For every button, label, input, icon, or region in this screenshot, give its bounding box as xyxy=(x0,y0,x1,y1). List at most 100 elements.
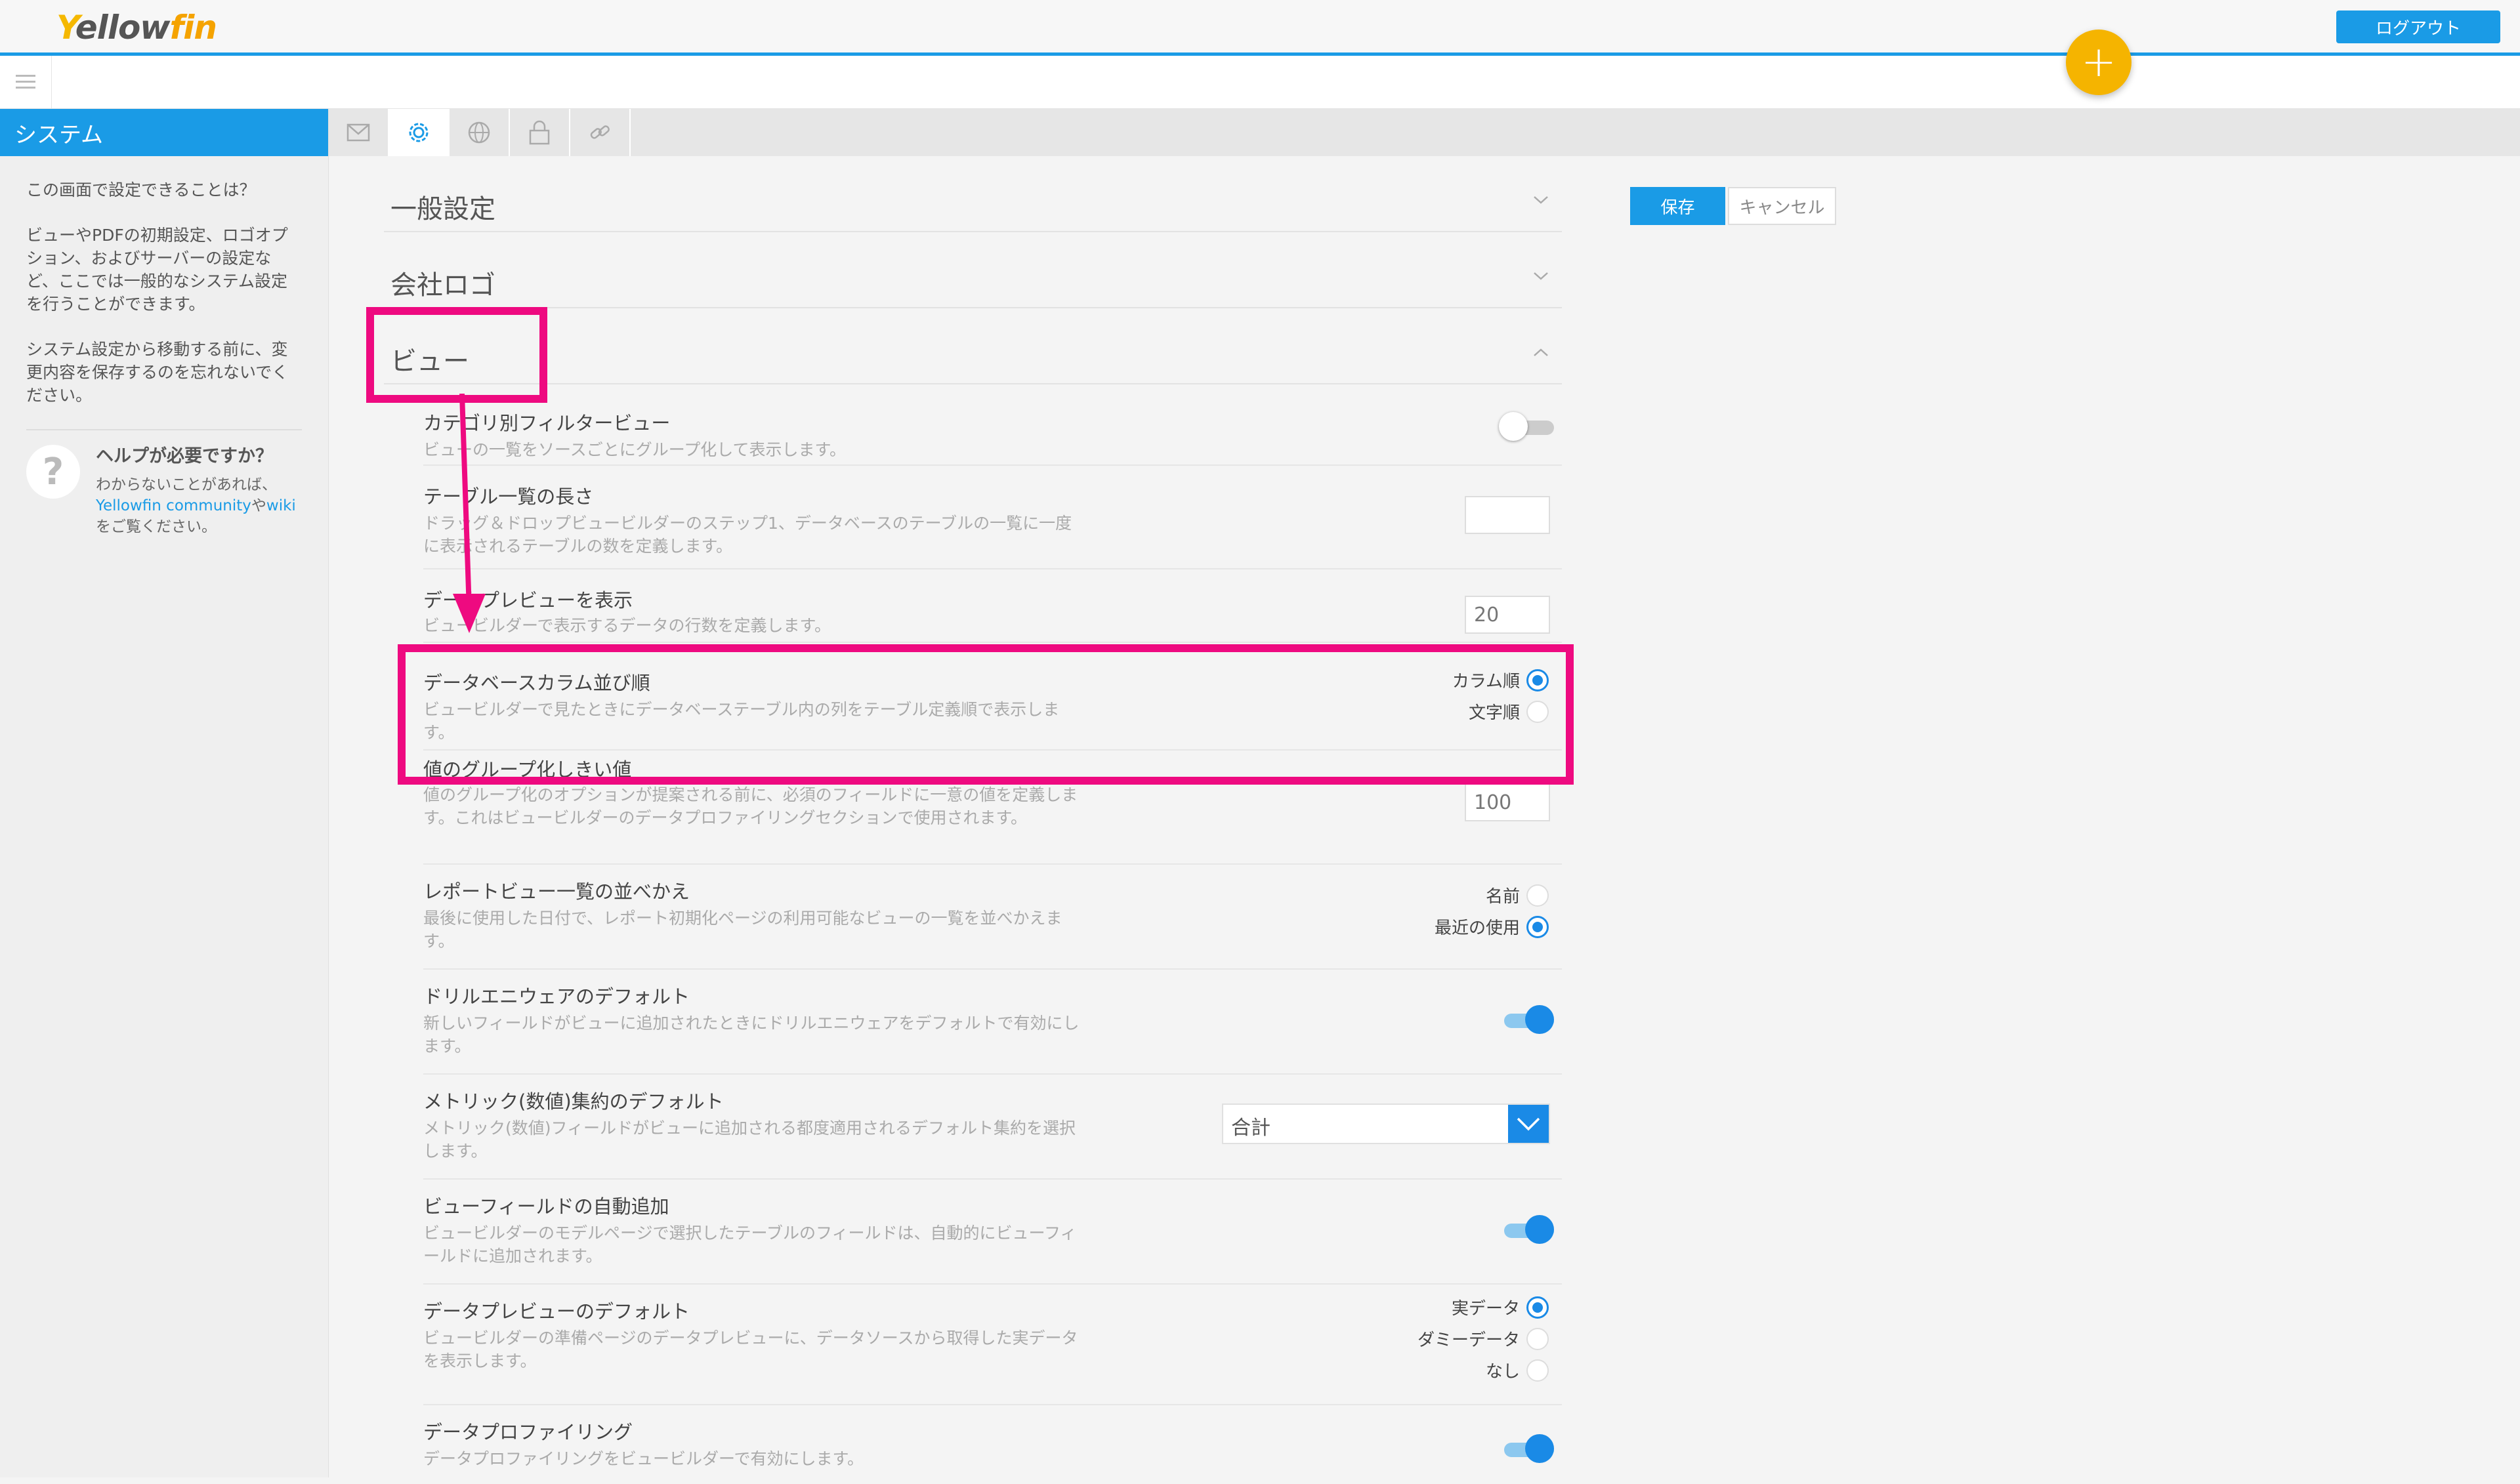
setting-description: 値のグループ化のオプションが提案される前に、必須のフィールドに一意の値を定義しま… xyxy=(423,785,1078,827)
setting-label: データプロファイリング xyxy=(423,1421,633,1443)
radio-label: カラム順 xyxy=(1452,672,1520,691)
link-icon xyxy=(590,125,610,139)
help-text-part: わからないことがあれば、 xyxy=(96,476,277,493)
tab-email[interactable] xyxy=(329,109,389,156)
lock-icon xyxy=(529,120,550,145)
radio-option-name[interactable]: 名前 xyxy=(1486,883,1549,907)
radio-button[interactable] xyxy=(1526,884,1549,907)
setting-row: データプレビューのデフォルト ビュービルダーの準備ページのデータプレビューに、デ… xyxy=(423,1285,1562,1405)
help-title: ヘルプが必要ですか？ xyxy=(96,446,273,466)
grouping-threshold-input[interactable]: 100 xyxy=(1465,783,1550,821)
setting-description: 新しいフィールドがビューに追加されたときにドリルエニウェアをデフォルトで有効にし… xyxy=(423,1014,1080,1056)
radio-label: ダミーデータ xyxy=(1417,1330,1520,1350)
sidebar-divider xyxy=(26,429,302,430)
view-settings-list: カテゴリ別フィルタービュー ビューの一覧をソースごとにグループ化して表示します。… xyxy=(423,384,1562,1484)
menu-icon xyxy=(16,75,35,89)
radio-label: 文字順 xyxy=(1468,703,1520,723)
setting-label: テーブル一覧の長さ xyxy=(423,485,594,508)
section-title: 一般設定 xyxy=(390,194,495,224)
setting-label: データプレビューのデフォルト xyxy=(423,1300,690,1323)
top-header: Yellowfin ログアウト xyxy=(0,0,2520,56)
logout-button[interactable]: ログアウト xyxy=(2336,10,2500,43)
setting-description: メトリック(数値)フィールドがビューに追加される都度適用されるデフォルト集約を選… xyxy=(423,1119,1076,1161)
tab-region[interactable] xyxy=(450,109,510,156)
section-title: ビュー xyxy=(390,346,469,377)
drill-anywhere-toggle[interactable] xyxy=(1499,1005,1554,1035)
hamburger-menu-button[interactable] xyxy=(0,56,52,108)
data-preview-rows-input[interactable]: 20 xyxy=(1465,596,1550,634)
sidebar-reminder-text: システム設定から移動する前に、変更内容を保存するのを忘れないでください。 xyxy=(26,340,289,405)
setting-description: ビュービルダーで見たときにデータベーステーブル内の列をテーブル定義順で表示します… xyxy=(423,700,1060,742)
radio-button[interactable] xyxy=(1526,669,1549,691)
gear-icon xyxy=(409,123,429,142)
community-link[interactable]: Yellowfin community xyxy=(96,497,251,514)
radio-option-column-order[interactable]: カラム順 xyxy=(1452,668,1549,692)
help-text-part: をご覧ください。 xyxy=(96,518,217,535)
cancel-button[interactable]: キャンセル xyxy=(1728,187,1836,225)
sidebar: システム この画面で設定できることは？ ビューやPDFの初期設定、ロゴオプション… xyxy=(0,109,329,1477)
tab-security[interactable] xyxy=(510,109,570,156)
setting-label: 値のグループ化しきい値 xyxy=(423,758,632,781)
mail-icon xyxy=(346,123,370,142)
tab-integration[interactable] xyxy=(570,109,631,156)
setting-description: ドラッグ＆ドロップビュービルダーのステップ1、データベースのテーブルの一覧に一度… xyxy=(423,514,1072,556)
setting-label: ビューフィールドの自動追加 xyxy=(423,1195,669,1218)
setting-description: ビュービルダーの準備ページのデータプレビューに、データソースから取得した実データ… xyxy=(423,1329,1078,1371)
logo-ellow: ellow xyxy=(75,9,171,47)
setting-row: データプレビューを表示 ビュービルダーで表示するデータの行数を定義します。 20 xyxy=(423,569,1562,643)
section-view[interactable]: ビュー xyxy=(384,308,1562,384)
radio-button[interactable] xyxy=(1526,700,1549,723)
dropdown-button[interactable] xyxy=(1508,1105,1549,1143)
radio-button[interactable] xyxy=(1526,1359,1549,1382)
question-icon: ? xyxy=(26,445,80,499)
radio-button[interactable] xyxy=(1526,1327,1549,1350)
yellowfin-logo[interactable]: Yellowfin xyxy=(56,7,217,49)
setting-row: データベースカラム並び順 ビュービルダーで見たときにデータベーステーブル内の列を… xyxy=(423,643,1562,751)
setting-row: データプロファイリング データプロファイリングをビュービルダーで有効にします。 xyxy=(423,1405,1562,1484)
setting-label: データプレビューを表示 xyxy=(423,589,633,611)
help-block: ? ヘルプが必要ですか？ わからないことがあれば、 Yellowfin commu… xyxy=(26,445,302,537)
radio-label: なし xyxy=(1485,1362,1520,1382)
setting-label: メトリック(数値)集約のデフォルト xyxy=(423,1090,724,1113)
setting-row: ドリルエニウェアのデフォルト 新しいフィールドがビューに追加されたときにドリルエ… xyxy=(423,970,1562,1075)
wiki-link[interactable]: wiki xyxy=(266,497,296,514)
radio-label: 実データ xyxy=(1451,1299,1520,1319)
logo-y: Y xyxy=(56,9,76,47)
radio-label: 名前 xyxy=(1485,887,1520,907)
setting-label: データベースカラム並び順 xyxy=(423,672,650,694)
select-value: 合計 xyxy=(1231,1117,1270,1140)
section-logo[interactable]: 会社ロゴ xyxy=(384,232,1562,308)
radio-option-recent[interactable]: 最近の使用 xyxy=(1435,915,1549,939)
table-list-length-input[interactable] xyxy=(1465,496,1550,534)
radio-button[interactable] xyxy=(1526,1296,1549,1319)
radio-option-alphabetical[interactable]: 文字順 xyxy=(1469,699,1549,724)
category-filter-toggle[interactable] xyxy=(1499,412,1554,442)
settings-main: 一般設定 会社ロゴ ビュー カテゴリ別フィルタービュー ビューの一覧をソースごと… xyxy=(384,156,1562,1484)
sidebar-intro-text: ビューやPDFの初期設定、ロゴオプション、およびサーバーの設定など、ここでは一般… xyxy=(26,226,288,314)
setting-label: ドリルエニウェアのデフォルト xyxy=(423,985,690,1008)
data-profiling-toggle[interactable] xyxy=(1499,1434,1554,1464)
setting-row: 値のグループ化しきい値 値のグループ化のオプションが提案される前に、必須のフィー… xyxy=(423,751,1562,865)
radio-button[interactable] xyxy=(1526,915,1549,938)
setting-row: テーブル一覧の長さ ドラッグ＆ドロップビュービルダーのステップ1、データベースの… xyxy=(423,466,1562,569)
section-general[interactable]: 一般設定 xyxy=(384,156,1562,232)
setting-row: ビューフィールドの自動追加 ビュービルダーのモデルページで選択したテーブルのフィ… xyxy=(423,1180,1562,1285)
settings-tab-bar xyxy=(329,109,2520,156)
setting-description: ビューの一覧をソースごとにグループ化して表示します。 xyxy=(423,440,847,459)
sidebar-title: システム xyxy=(0,109,328,156)
save-button[interactable]: 保存 xyxy=(1630,187,1725,225)
chevron-down-icon xyxy=(1517,1117,1540,1131)
sub-toolbar xyxy=(0,56,2520,109)
setting-label: カテゴリ別フィルタービュー xyxy=(423,412,671,434)
create-fab-button[interactable]: + xyxy=(2066,30,2132,95)
setting-description: ビュービルダーのモデルページで選択したテーブルのフィールドは、自動的にビューフィ… xyxy=(423,1224,1077,1266)
auto-add-fields-toggle[interactable] xyxy=(1499,1215,1554,1245)
radio-option-none[interactable]: なし xyxy=(1486,1358,1549,1382)
radio-option-real-data[interactable]: 実データ xyxy=(1452,1295,1549,1319)
setting-label: レポートビュー一覧の並べかえ xyxy=(423,880,690,903)
radio-option-dummy-data[interactable]: ダミーデータ xyxy=(1418,1327,1549,1351)
tab-system-settings[interactable] xyxy=(389,109,450,156)
section-title: 会社ロゴ xyxy=(390,270,495,300)
metric-aggregation-select[interactable]: 合計 xyxy=(1222,1103,1550,1144)
chevron-up-icon xyxy=(1534,348,1548,356)
